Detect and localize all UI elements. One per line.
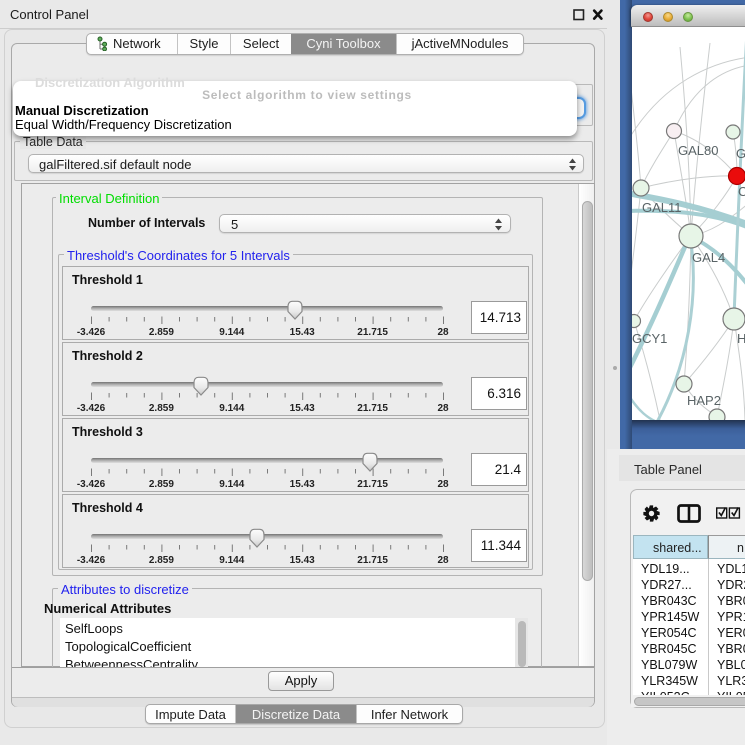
svg-text:GCY1: GCY1 [632, 331, 667, 346]
svg-text:H: H [737, 331, 745, 346]
svg-text:HAP2: HAP2 [687, 393, 721, 408]
svg-text:C: C [738, 184, 745, 199]
svg-text:GA: GA [736, 146, 745, 161]
svg-text:GAL80: GAL80 [678, 143, 718, 158]
svg-text:GAL11: GAL11 [642, 200, 682, 215]
svg-text:GAL4: GAL4 [692, 250, 725, 265]
